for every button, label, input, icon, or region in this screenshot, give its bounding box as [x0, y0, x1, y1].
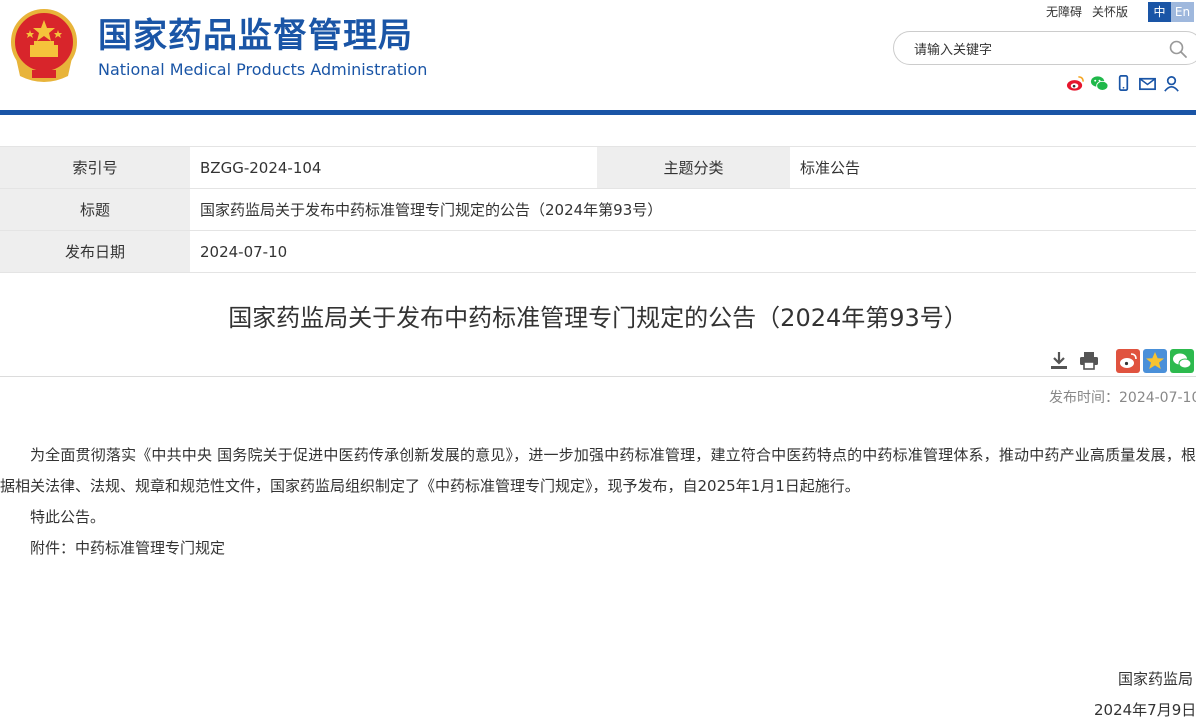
share-qzone-icon[interactable] — [1143, 349, 1167, 377]
article-body: 为全面贯彻落实《中共中央 国务院关于促进中医药传承创新发展的意见》，进一步加强中… — [0, 440, 1196, 564]
site-header: 国家药品监督管理局 National Medical Products Admi… — [0, 0, 1196, 112]
share-wechat-icon[interactable] — [1170, 349, 1194, 377]
index-value: BZGG-2024-104 — [190, 146, 597, 189]
print-icon[interactable] — [1078, 349, 1100, 377]
paragraph: 特此公告。 — [30, 508, 106, 526]
publish-time-value: 2024-07-10 — [1119, 390, 1196, 406]
language-switch: 中 En — [1148, 2, 1194, 22]
publish-time-label: 发布时间： — [1049, 390, 1119, 406]
attachment-link[interactable]: 中药标准管理专门规定 — [75, 539, 225, 557]
mobile-icon[interactable] — [1114, 74, 1133, 93]
date-label: 发布日期 — [0, 230, 190, 273]
header-divider — [0, 110, 1196, 115]
signer: 国家药监局 — [1118, 670, 1194, 688]
topic-label: 主题分类 — [597, 146, 790, 189]
article-title: 国家药监局关于发布中药标准管理专门规定的公告（2024年第93号） — [228, 304, 968, 332]
publish-time: 发布时间：2024-07-10 — [1049, 387, 1196, 407]
attachment-label: 附件： — [30, 539, 76, 557]
site-name-cn[interactable]: 国家药品监督管理局 — [98, 16, 413, 56]
attachment: 附件：中药标准管理专门规定 — [0, 533, 1196, 564]
title-label: 标题 — [0, 188, 190, 231]
top-links: 无障碍 关怀版 — [1046, 3, 1138, 20]
paragraph: 为全面贯彻落实《中共中央 国务院关于促进中医药传承创新发展的意见》，进一步加强中… — [0, 446, 1196, 495]
user-icon[interactable] — [1162, 74, 1181, 93]
info-table: 索引号 BZGG-2024-104 主题分类 标准公告 标题 国家药监局关于发布… — [0, 146, 1196, 273]
search-box — [893, 31, 1196, 65]
table-row: 索引号 BZGG-2024-104 主题分类 标准公告 — [0, 146, 1196, 189]
index-label: 索引号 — [0, 146, 190, 189]
mail-icon[interactable] — [1138, 74, 1157, 93]
site-name-en[interactable]: National Medical Products Administration — [98, 60, 427, 80]
weibo-icon[interactable] — [1066, 74, 1085, 93]
article-tools — [1048, 349, 1194, 377]
search-icon[interactable] — [1168, 39, 1188, 59]
title-value: 国家药监局关于发布中药标准管理专门规定的公告（2024年第93号） — [190, 188, 1196, 231]
table-row: 标题 国家药监局关于发布中药标准管理专门规定的公告（2024年第93号） — [0, 188, 1196, 231]
topic-value: 标准公告 — [790, 146, 1196, 189]
national-emblem-icon[interactable] — [10, 8, 78, 84]
download-icon[interactable] — [1048, 349, 1070, 377]
care-mode-link[interactable]: 关怀版 — [1092, 5, 1128, 19]
table-row: 发布日期 2024-07-10 — [0, 230, 1196, 273]
wechat-icon[interactable] — [1090, 74, 1109, 93]
share-weibo-icon[interactable] — [1116, 349, 1140, 377]
social-links — [1066, 74, 1181, 93]
date-value: 2024-07-10 — [190, 230, 1196, 273]
title-divider — [0, 376, 1196, 377]
accessibility-link[interactable]: 无障碍 — [1046, 5, 1082, 19]
lang-zh-button[interactable]: 中 — [1148, 2, 1171, 22]
search-input[interactable] — [912, 39, 1156, 61]
lang-en-button[interactable]: En — [1171, 2, 1194, 22]
